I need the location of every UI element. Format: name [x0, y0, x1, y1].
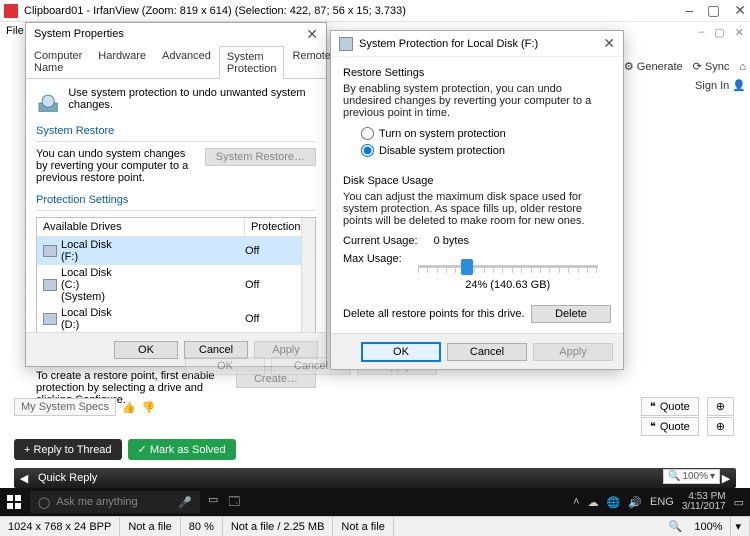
delete-button[interactable]: Delete	[531, 305, 611, 323]
irfanview-titlebar: Clipboard01 - IrfanView (Zoom: 819 x 614…	[0, 0, 750, 22]
system-restore-button[interactable]: System Restore…	[205, 148, 316, 166]
cancel-button[interactable]: Cancel	[184, 341, 248, 359]
status-zoom[interactable]: 🔍 100% ▾	[661, 517, 750, 536]
thumbs-up-icon[interactable]: 👍	[122, 401, 136, 414]
browser-window-controls: – ▢ ✕	[698, 22, 744, 42]
quote-button[interactable]: ❝ Quote	[641, 397, 699, 416]
group-disk-space-usage: Disk Space Usage	[343, 175, 611, 187]
tray-onedrive-icon[interactable]: ☁	[588, 496, 599, 509]
drive-icon	[43, 245, 57, 257]
taskbar-app-icon[interactable]: 🗔	[228, 493, 240, 512]
drive-row[interactable]: Local Disk (C:) (System) Off	[37, 265, 315, 305]
home-icon[interactable]: ⌂	[739, 61, 746, 73]
slider-thumb[interactable]	[461, 259, 473, 275]
irfanview-title: Clipboard01 - IrfanView (Zoom: 819 x 614…	[24, 5, 406, 17]
sysprop-tabs: Computer Name Hardware Advanced System P…	[26, 45, 326, 79]
tab-advanced[interactable]: Advanced	[154, 45, 219, 78]
quote-button[interactable]: ❝ Quote	[641, 417, 699, 436]
maximize-button[interactable]: ▢	[707, 2, 720, 19]
tab-hardware[interactable]: Hardware	[90, 45, 154, 78]
task-view-icon[interactable]: ▭	[208, 493, 218, 512]
current-usage-label: Current Usage:	[343, 235, 418, 247]
close-button[interactable]: ✕	[735, 26, 744, 39]
cancel-button[interactable]: Cancel	[447, 343, 527, 361]
signin-button[interactable]: Sign In 👤	[695, 79, 746, 92]
editor-right-rail: ⚙ Generate ⟳ Sync ⌂ Sign In 👤	[624, 60, 746, 98]
scrollbar[interactable]	[301, 218, 315, 333]
arrow-left-icon[interactable]: ◀	[14, 468, 34, 488]
quick-reply-bar[interactable]: ◀ Quick Reply ▶	[14, 468, 736, 488]
drives-list[interactable]: Available Drives Protection Local Disk (…	[36, 217, 316, 334]
irfanview-statusbar: 1024 x 768 x 24 BPP Not a file 80 % Not …	[0, 516, 750, 536]
drive-row[interactable]: Local Disk (D:) Off	[37, 305, 315, 333]
radio-turn-on[interactable]: Turn on system protection	[361, 127, 611, 140]
status-resolution: 1024 x 768 x 24 BPP	[0, 517, 120, 536]
shield-icon	[36, 87, 60, 115]
sync-button[interactable]: ⟳ Sync	[693, 60, 730, 73]
menu-file[interactable]: File	[6, 25, 24, 37]
restore-desc: You can undo system changes by reverting…	[36, 148, 197, 184]
max-usage-value: 24% (140.63 GB)	[418, 279, 598, 291]
ok-button[interactable]: OK	[114, 341, 178, 359]
window-controls: – ▢ ✕	[685, 2, 746, 19]
tray-language[interactable]: ENG	[650, 496, 674, 508]
ok-button[interactable]: OK	[361, 342, 441, 362]
tray-chevron-up-icon[interactable]: ˄	[573, 496, 579, 508]
delete-desc: Delete all restore points for this drive…	[343, 308, 525, 320]
dialog-title: System Properties	[34, 28, 124, 40]
mic-icon[interactable]: 🎤	[178, 496, 192, 509]
system-protection-dialog: System Protection for Local Disk (F:) ✕ …	[330, 30, 624, 370]
drive-icon	[339, 37, 353, 51]
drive-icon	[43, 313, 57, 325]
apply-button[interactable]: Apply	[254, 341, 318, 359]
irfanview-logo-icon	[4, 4, 18, 18]
windows-taskbar: ◯ Ask me anything 🎤 ▭ 🗔 ˄ ☁ 🌐 🔊 ENG 4:53…	[0, 488, 750, 516]
maximize-button[interactable]: ▢	[714, 26, 724, 39]
group-restore-settings: Restore Settings	[343, 67, 611, 79]
my-system-specs[interactable]: My System Specs	[14, 398, 116, 416]
restore-settings-desc: By enabling system protection, you can u…	[343, 83, 611, 119]
minimize-button[interactable]: –	[685, 2, 693, 19]
tab-system-protection[interactable]: System Protection	[219, 46, 285, 79]
zoom-indicator[interactable]: 🔍 100% ▾	[663, 469, 720, 484]
close-icon[interactable]: ✕	[603, 35, 615, 52]
tray-volume-icon[interactable]: 🔊	[628, 496, 642, 509]
generate-button[interactable]: ⚙ Generate	[624, 60, 683, 73]
tray-network-icon[interactable]: 🌐	[607, 496, 621, 509]
cortana-icon: ◯	[38, 496, 50, 509]
drive-row[interactable]: Local Disk (F:) Off	[37, 237, 315, 265]
close-button[interactable]: ✕	[734, 2, 746, 19]
max-usage-label: Max Usage:	[343, 253, 402, 265]
apply-button[interactable]: Apply	[533, 343, 613, 361]
action-center-icon[interactable]: ▭	[734, 496, 744, 509]
tab-computer-name[interactable]: Computer Name	[26, 45, 90, 78]
col-available-drives: Available Drives	[37, 218, 245, 236]
minimize-button[interactable]: –	[698, 26, 704, 38]
intro-text: Use system protection to undo unwanted s…	[68, 87, 316, 111]
dialog-title: System Protection for Local Disk (F:)	[359, 38, 538, 50]
multiquote-icon[interactable]: ⊕	[707, 397, 734, 416]
thumbs-down-icon[interactable]: 👎	[142, 401, 156, 414]
disk-usage-desc: You can adjust the maximum disk space us…	[343, 191, 611, 227]
group-system-restore: System Restore	[36, 125, 316, 137]
reply-to-thread-button[interactable]: + Reply to Thread	[14, 439, 122, 460]
multiquote-icon[interactable]: ⊕	[707, 417, 734, 436]
mark-solved-button[interactable]: ✓ Mark as Solved	[128, 439, 236, 460]
radio-disable[interactable]: Disable system protection	[361, 144, 611, 157]
start-button[interactable]	[0, 488, 28, 516]
system-properties-dialog: System Properties ✕ Computer Name Hardwa…	[25, 22, 327, 367]
max-usage-slider[interactable]	[418, 257, 598, 277]
drive-icon	[43, 279, 57, 291]
taskbar-clock[interactable]: 4:53 PM 3/11/2017	[682, 492, 726, 512]
taskbar-search[interactable]: ◯ Ask me anything 🎤	[30, 491, 200, 513]
current-usage-value: 0 bytes	[434, 235, 469, 247]
group-protection-settings: Protection Settings	[36, 194, 316, 206]
close-icon[interactable]: ✕	[306, 26, 318, 43]
